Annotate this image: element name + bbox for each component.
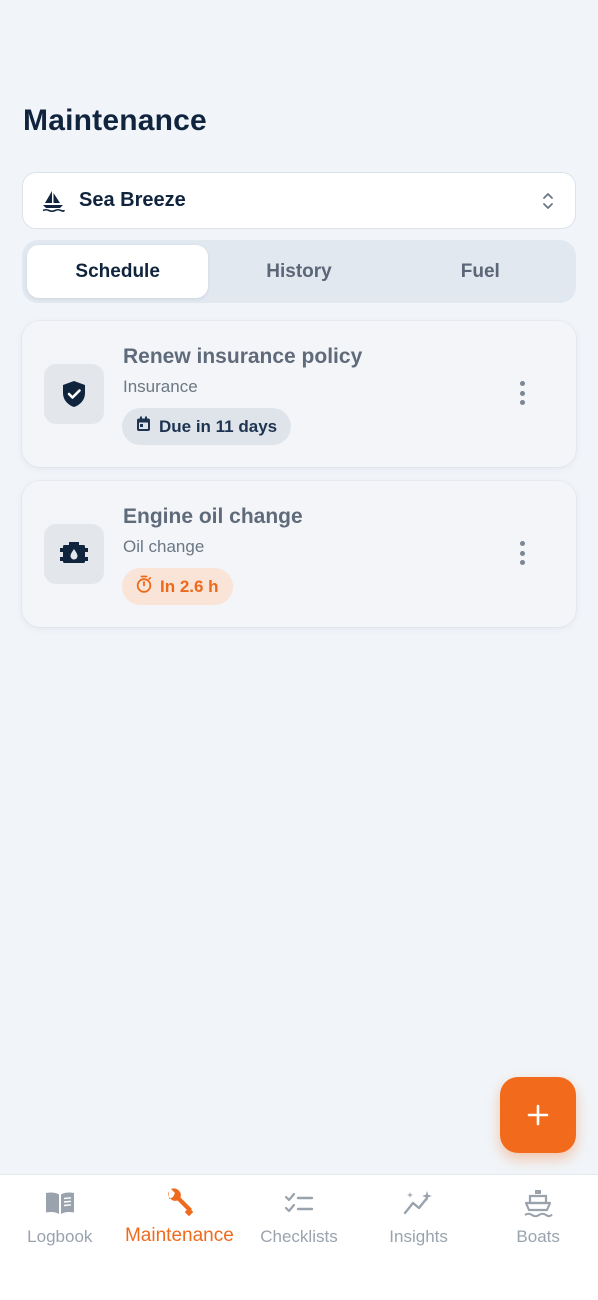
page-title: Maintenance — [23, 104, 207, 137]
tab-history[interactable]: History — [208, 245, 389, 298]
nav-insights[interactable]: Insights — [359, 1175, 479, 1300]
nav-label: Boats — [516, 1227, 560, 1246]
checklist-icon — [284, 1187, 314, 1219]
maintenance-tabs: Schedule History Fuel — [22, 240, 576, 303]
tab-schedule[interactable]: Schedule — [27, 245, 209, 298]
nav-label: Maintenance — [124, 1225, 234, 1246]
due-badge: Due in 11 days — [122, 408, 292, 445]
tab-fuel[interactable]: Fuel — [390, 245, 571, 298]
task-card-insurance[interactable]: Renew insurance policy Insurance Due in … — [22, 321, 576, 467]
task-category: Oil change — [123, 537, 205, 556]
bottom-tab-bar: Logbook Maintenance Checklists Insights … — [0, 1174, 598, 1300]
stopwatch-icon — [136, 575, 152, 598]
maintenance-screen: Maintenance Sea Breeze Schedule History … — [0, 0, 598, 1300]
nav-boats[interactable]: Boats — [478, 1175, 598, 1300]
book-icon — [44, 1187, 76, 1219]
plus-icon — [527, 1104, 549, 1126]
nav-checklists[interactable]: Checklists — [239, 1175, 359, 1300]
add-task-button[interactable] — [500, 1077, 576, 1153]
more-options-icon[interactable] — [510, 378, 534, 408]
due-badge-text: Due in 11 days — [159, 416, 278, 436]
task-title: Engine oil change — [123, 505, 303, 528]
task-title: Renew insurance policy — [123, 345, 363, 368]
nav-label: Insights — [389, 1227, 448, 1246]
wrench-icon — [163, 1187, 195, 1219]
nav-label: Logbook — [27, 1227, 93, 1246]
sparkle-chart-icon — [403, 1187, 435, 1219]
sailboat-icon — [41, 188, 67, 214]
task-card-oil-change[interactable]: Engine oil change Oil change In 2.6 h — [22, 481, 576, 627]
nav-logbook[interactable]: Logbook — [0, 1175, 120, 1300]
task-category: Insurance — [123, 377, 198, 396]
calendar-icon — [136, 416, 151, 437]
boat-name: Sea Breeze — [79, 189, 186, 211]
shield-check-icon — [44, 364, 104, 424]
oil-can-icon — [44, 524, 104, 584]
more-options-icon[interactable] — [510, 538, 534, 568]
nav-maintenance[interactable]: Maintenance — [120, 1175, 240, 1300]
ship-icon — [523, 1187, 553, 1219]
due-badge: In 2.6 h — [122, 568, 233, 605]
due-badge-text: In 2.6 h — [160, 576, 219, 596]
chevron-up-down-icon — [541, 189, 557, 213]
boat-selector[interactable]: Sea Breeze — [22, 172, 576, 229]
nav-label: Checklists — [260, 1227, 338, 1246]
